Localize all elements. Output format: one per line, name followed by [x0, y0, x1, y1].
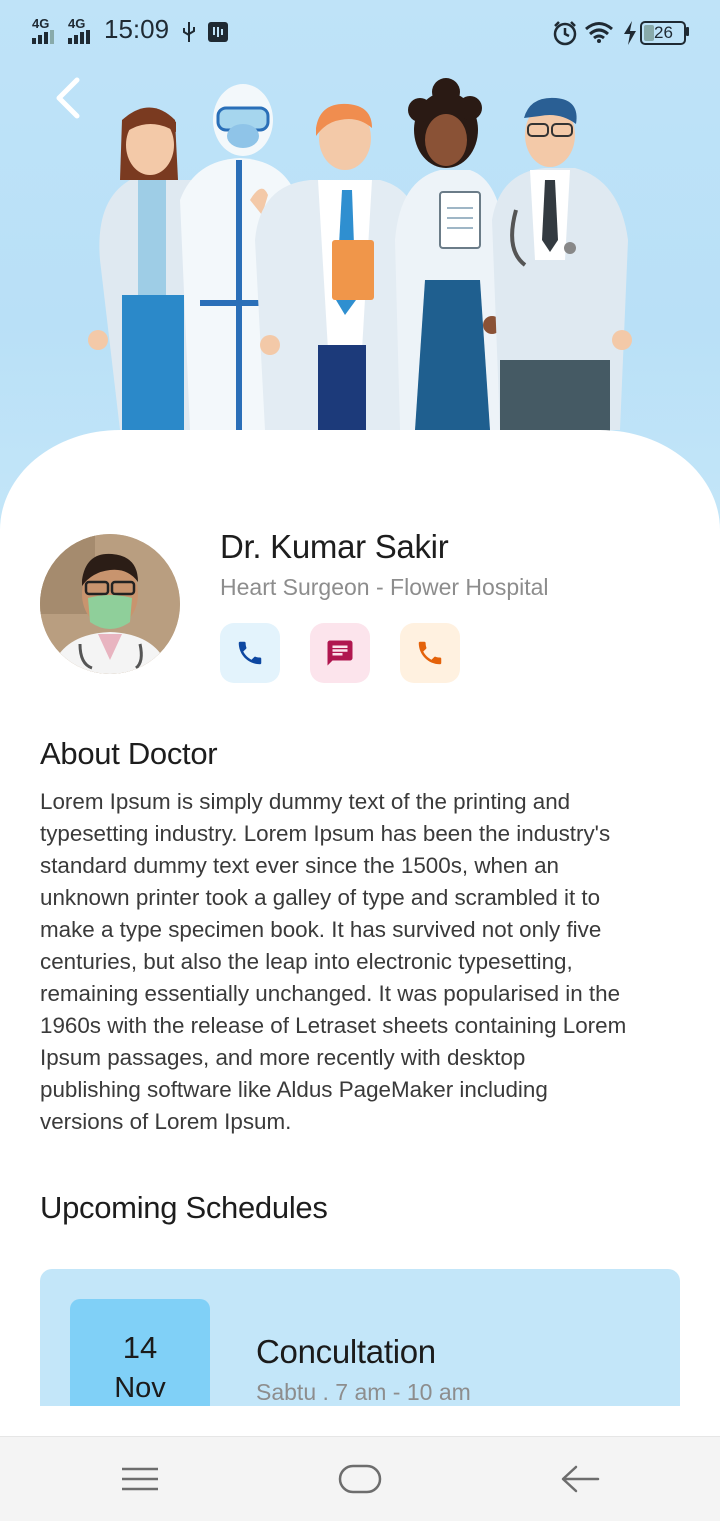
- charging-icon: [624, 21, 636, 45]
- schedule-date: 14 Nov: [70, 1299, 210, 1406]
- menu-icon: [122, 1467, 158, 1491]
- about-text: Lorem Ipsum is simply dummy text of the …: [40, 786, 690, 1138]
- schedule-day: 14: [122, 1330, 158, 1365]
- system-nav-bar: [0, 1436, 720, 1521]
- video-call-button[interactable]: [400, 623, 460, 683]
- home-icon: [338, 1464, 382, 1494]
- about-line: Lorem Ipsum is simply dummy text of the …: [40, 789, 571, 814]
- signal-icon: [68, 30, 90, 44]
- about-line: versions of Lorem Ipsum.: [40, 1109, 292, 1134]
- back-arrow-icon: [561, 1465, 600, 1493]
- alarm-icon: [553, 21, 577, 46]
- menu-button[interactable]: [110, 1451, 170, 1507]
- doctor-specialty: Heart Surgeon - Flower Hospital: [220, 574, 549, 600]
- doctor-name: Dr. Kumar Sakir: [220, 528, 449, 565]
- content-sheet: Dr. Kumar Sakir Heart Surgeon - Flower H…: [0, 430, 720, 1406]
- schedule-time: Sabtu . 7 am - 10 am: [256, 1379, 471, 1405]
- about-line: centuries, but also the leap into electr…: [40, 949, 573, 974]
- battery-level: 26: [654, 23, 673, 42]
- about-line: 1960s with the release of Letraset sheet…: [40, 1013, 627, 1038]
- network-label-1: 4G: [32, 16, 50, 31]
- about-line: remaining essentially unchanged. It was …: [40, 981, 621, 1006]
- message-icon: [327, 640, 353, 666]
- signal-icon: [32, 30, 54, 44]
- schedule-card[interactable]: 14 Nov Concultation Sabtu . 7 am - 10 am: [40, 1269, 680, 1406]
- schedules-title: Upcoming Schedules: [40, 1190, 328, 1225]
- doctor-figure-5: [492, 97, 632, 432]
- schedule-month: Nov: [114, 1372, 166, 1404]
- battery-icon: 26: [640, 21, 686, 45]
- sd-card-icon: [208, 22, 228, 42]
- about-line: Ipsum passages, and more recently with d…: [40, 1045, 526, 1070]
- back-button[interactable]: [44, 74, 92, 122]
- back-nav-button[interactable]: [550, 1451, 610, 1507]
- usb-icon: [183, 22, 195, 42]
- doctor-avatar: [40, 534, 180, 674]
- schedule-title: Concultation: [256, 1333, 436, 1370]
- about-line: publishing software like Aldus PageMaker…: [40, 1077, 548, 1102]
- about-line: unknown printer took a galley of type an…: [40, 885, 601, 910]
- home-button[interactable]: [330, 1451, 390, 1507]
- wifi-icon: [585, 22, 613, 43]
- doctor-figure-4: [395, 78, 505, 430]
- about-line: make a type specimen book. It has surviv…: [40, 917, 602, 942]
- status-bar: 4G 4G 15:09 26: [0, 0, 720, 64]
- message-button[interactable]: [310, 623, 370, 683]
- call-button[interactable]: [220, 623, 280, 683]
- clock: 15:09: [104, 14, 170, 44]
- about-title: About Doctor: [40, 736, 218, 771]
- chevron-left-icon: [56, 77, 80, 119]
- doctor-figure-3: [255, 103, 419, 435]
- about-line: typesetting industry. Lorem Ipsum has be…: [40, 821, 611, 846]
- about-line: standard dummy text ever since the 1500s…: [40, 853, 560, 878]
- phone-icon: [238, 641, 262, 665]
- phone-icon: [418, 641, 442, 665]
- network-label-2: 4G: [68, 16, 86, 31]
